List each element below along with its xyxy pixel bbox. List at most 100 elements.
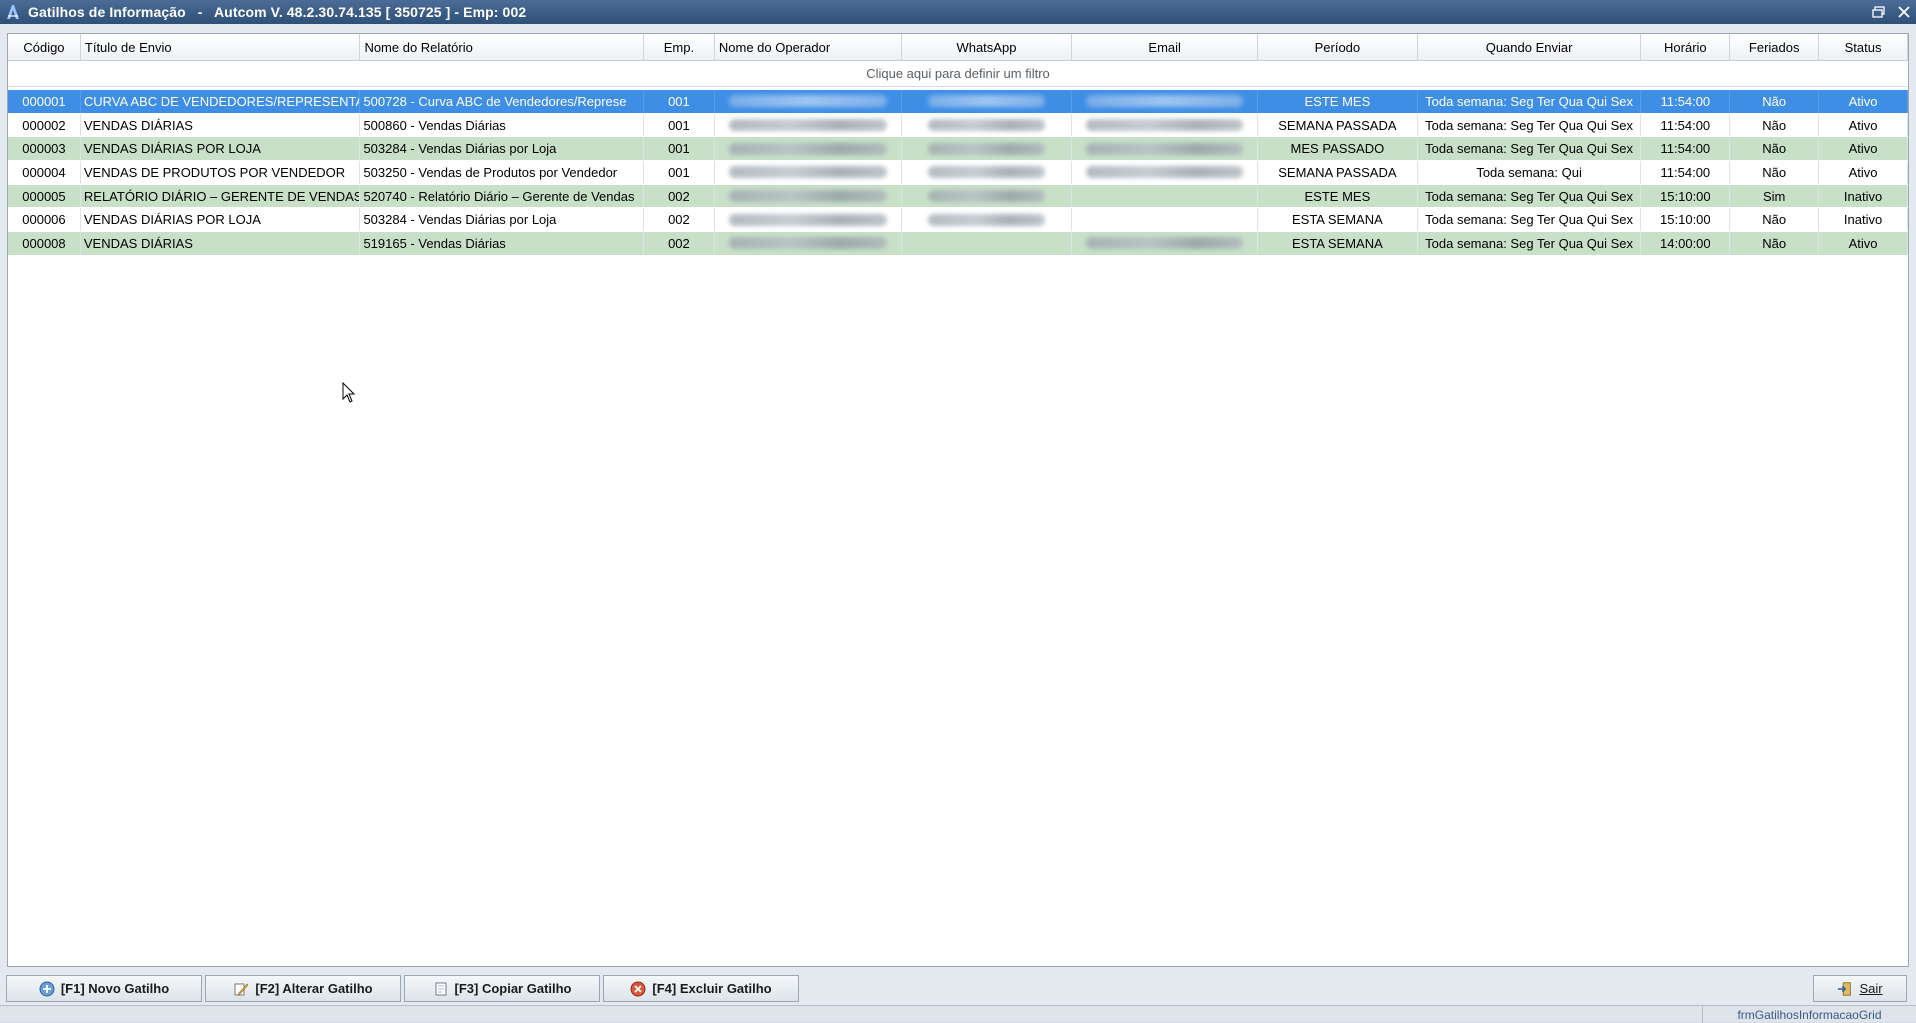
cell-email (1072, 113, 1259, 137)
cell-codigo: 000004 (8, 161, 81, 184)
cell-feriados: Não (1730, 137, 1820, 161)
cell-relatorio: 503284 - Vendas Diárias por Loja (360, 208, 644, 232)
column-header-operador[interactable]: Nome do Operador (715, 34, 902, 61)
cell-operador (715, 161, 902, 184)
table-row[interactable]: 000005 RELATÓRIO DIÁRIO – GERENTE DE VEND… (8, 184, 1908, 209)
cell-operador (715, 90, 902, 113)
table-row[interactable]: 000002 VENDAS DIÁRIAS 500860 - Vendas Diár… (8, 113, 1908, 138)
cell-email (1072, 90, 1259, 113)
cell-feriados: Não (1730, 208, 1820, 232)
cell-quando: Toda semana: Seg Ter Qua Qui Sex (1418, 208, 1642, 232)
cell-email (1072, 232, 1259, 255)
column-header-relatorio[interactable]: Nome do Relatório (360, 34, 644, 61)
excluir-gatilho-label: [F4] Excluir Gatilho (652, 981, 772, 996)
cell-emp: 001 (644, 161, 715, 184)
cell-relatorio: 520740 - Relatório Diário – Gerente de V… (360, 184, 644, 208)
copiar-gatilho-button[interactable]: [F3] Copiar Gatilho (404, 975, 600, 1002)
table-row[interactable]: 000006 VENDAS DIÁRIAS POR LOJA 503284 - Ve… (8, 208, 1908, 233)
window-title: Gatilhos de Informação - Autcom V. 48.2.… (28, 4, 527, 20)
redacted-value (1086, 95, 1244, 108)
cell-whatsapp (902, 184, 1073, 208)
action-toolbar: [F1] Novo Gatilho [F2] Alterar Gatilho [… (6, 975, 1910, 1002)
cell-status: Ativo (1819, 90, 1908, 113)
cell-whatsapp (902, 232, 1073, 255)
close-icon[interactable] (1896, 4, 1912, 20)
cell-relatorio: 503250 - Vendas de Produtos por Vendedor (360, 161, 644, 184)
redacted-value (1086, 119, 1244, 132)
copiar-gatilho-label: [F3] Copiar Gatilho (454, 981, 572, 996)
cell-horario: 11:54:00 (1641, 137, 1731, 161)
column-header-whatsapp[interactable]: WhatsApp (902, 34, 1073, 61)
add-circle-icon (39, 981, 55, 997)
cell-quando: Toda semana: Seg Ter Qua Qui Sex (1418, 113, 1642, 137)
redacted-value (728, 119, 887, 132)
main-window: Gatilhos de Informação - Autcom V. 48.2.… (0, 0, 1916, 1023)
cell-email (1072, 184, 1259, 208)
table-row[interactable]: 000003 VENDAS DIÁRIAS POR LOJA 503284 - Ve… (8, 137, 1908, 162)
filter-row[interactable]: Clique aqui para definir um filtro (8, 61, 1908, 87)
cell-periodo: ESTA SEMANA (1258, 208, 1418, 232)
cell-operador (715, 137, 902, 161)
column-header-email[interactable]: Email (1072, 34, 1259, 61)
cell-feriados: Sim (1730, 184, 1820, 208)
cell-feriados: Não (1730, 90, 1820, 113)
cell-horario: 14:00:00 (1641, 232, 1731, 255)
column-header-codigo[interactable]: Código (8, 34, 81, 61)
restore-icon[interactable] (1870, 4, 1886, 20)
cell-email (1072, 161, 1259, 184)
cell-relatorio: 500728 - Curva ABC de Vendedores/Represe (360, 90, 644, 113)
cell-email (1072, 137, 1259, 161)
cell-status: Ativo (1819, 161, 1908, 184)
column-header-periodo[interactable]: Período (1258, 34, 1418, 61)
column-header-status[interactable]: Status (1819, 34, 1908, 61)
cell-status: Inativo (1819, 184, 1908, 208)
cell-feriados: Não (1730, 232, 1820, 255)
column-header-quando[interactable]: Quando Enviar (1418, 34, 1642, 61)
redacted-value (728, 142, 887, 155)
alterar-gatilho-label: [F2] Alterar Gatilho (255, 981, 373, 996)
cell-feriados: Não (1730, 113, 1820, 137)
cell-whatsapp (902, 90, 1073, 113)
grid-body: 000001 CURVA ABC DE VENDEDORES/REPRESENTA… (8, 90, 1908, 256)
column-header-titulo[interactable]: Título de Envio (81, 34, 361, 61)
gatilhos-grid[interactable]: Código Título de Envio Nome do Relatório Em… (7, 33, 1909, 967)
alterar-gatilho-button[interactable]: [F2] Alterar Gatilho (205, 975, 401, 1002)
cell-email (1072, 208, 1259, 232)
cell-quando: Toda semana: Qui (1418, 161, 1642, 184)
title-bar[interactable]: Gatilhos de Informação - Autcom V. 48.2.… (0, 0, 1916, 24)
novo-gatilho-label: [F1] Novo Gatilho (60, 981, 170, 996)
redacted-value (728, 190, 887, 203)
cell-emp: 001 (644, 90, 715, 113)
redacted-value (927, 166, 1046, 179)
cell-quando: Toda semana: Seg Ter Qua Qui Sex (1418, 184, 1642, 208)
cell-emp: 001 (644, 137, 715, 161)
redacted-value (1086, 166, 1244, 179)
redacted-value (927, 190, 1046, 203)
excluir-gatilho-button[interactable]: [F4] Excluir Gatilho (603, 975, 799, 1002)
column-header-emp[interactable]: Emp. (644, 34, 715, 61)
cell-operador (715, 208, 902, 232)
cell-titulo: VENDAS DIÁRIAS POR LOJA (81, 137, 361, 161)
cell-operador (715, 232, 902, 255)
cell-emp: 002 (644, 208, 715, 232)
column-header-horario[interactable]: Horário (1641, 34, 1731, 61)
cell-periodo: ESTE MES (1258, 90, 1418, 113)
cell-horario: 11:54:00 (1641, 113, 1731, 137)
cell-whatsapp (902, 137, 1073, 161)
grid-header: Código Título de Envio Nome do Relatório Em… (8, 34, 1908, 61)
sair-button[interactable]: Sair (1813, 975, 1907, 1002)
table-row[interactable]: 000001 CURVA ABC DE VENDEDORES/REPRESENTA… (8, 90, 1908, 114)
column-header-feriados[interactable]: Feriados (1730, 34, 1820, 61)
cell-status: Ativo (1819, 137, 1908, 161)
cell-status: Ativo (1819, 232, 1908, 255)
cell-operador (715, 184, 902, 208)
copy-document-icon (433, 981, 449, 997)
cell-periodo: ESTE MES (1258, 184, 1418, 208)
cell-codigo: 000008 (8, 232, 81, 255)
cell-whatsapp (902, 208, 1073, 232)
cell-titulo: CURVA ABC DE VENDEDORES/REPRESENTA (81, 90, 361, 113)
table-row[interactable]: 000004 VENDAS DE PRODUTOS POR VENDEDOR 503… (8, 161, 1908, 185)
mouse-cursor-icon (342, 382, 356, 403)
novo-gatilho-button[interactable]: [F1] Novo Gatilho (6, 975, 202, 1002)
table-row[interactable]: 000008 VENDAS DIÁRIAS 519165 - Vendas Diár… (8, 232, 1908, 256)
